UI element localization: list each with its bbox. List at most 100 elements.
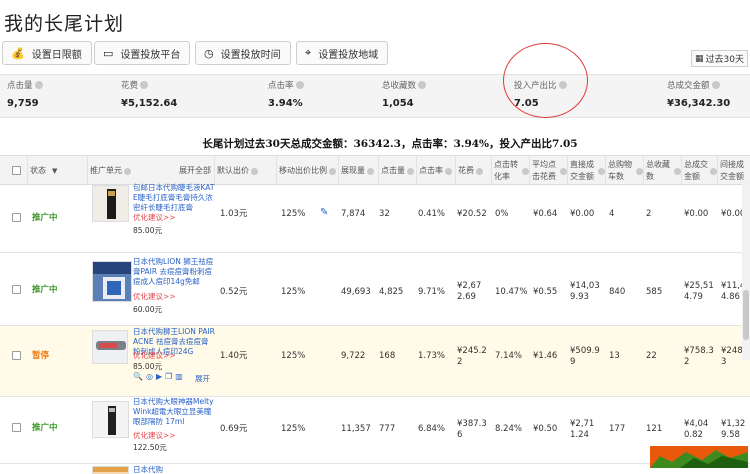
chart-icon[interactable]: ▥ [175,372,186,381]
help-icon[interactable] [560,167,567,175]
decorative-banner [650,446,748,468]
header-status[interactable]: 状态 ▼ [27,156,87,186]
product-link[interactable]: 包邮日本代购睫毛液KAT E睫毛打底膏毛膏持久浓密纤长睫毛打底膏 [133,183,215,213]
help-icon[interactable] [445,167,452,175]
expand-all-link[interactable]: 展开全部 [179,165,214,177]
help-icon[interactable] [34,81,43,89]
status-label[interactable]: 推广中 [32,423,58,434]
header-clicks[interactable]: 点击量 [378,156,416,186]
header-status-label: 状态 [30,166,46,175]
product-thumbnail[interactable] [92,185,129,222]
help-icon[interactable] [124,167,131,175]
impressions: 11,357 [341,424,371,434]
header-cost[interactable]: 花费 [455,156,491,186]
set-daily-limit-button[interactable]: 💰 设置日限额 [2,41,92,65]
help-icon[interactable] [522,167,529,175]
table-row[interactable]: 推广中 日本代购大眼神器Melty Wink超電大眼立显美瞳眼部隔防 17ml … [0,397,750,464]
table-row[interactable]: 推广中 日本代购LION 狮王祛痘膏PAIR 去痘痘膏粉刺痘痘成人痘印14g免邮… [0,253,750,326]
default-bid[interactable]: 0.69元 [220,424,247,435]
cart-count: 4 [609,209,615,219]
optimize-link[interactable]: 优化建议>> [133,212,176,223]
product-thumbnail[interactable] [92,401,129,438]
help-icon[interactable] [407,167,414,175]
set-time-button[interactable]: ◷ 设置投放时间 [195,41,291,65]
set-region-button[interactable]: ⌖ 设置投放地域 [296,41,389,65]
header-ctr[interactable]: 点击率 [416,156,455,186]
help-icon[interactable] [251,167,258,175]
cart-count: 177 [609,424,626,434]
product-link[interactable]: 日本代购LION 狮王祛痘膏PAIR 去痘痘膏粉刺痘痘成人痘印14g免邮 [133,257,215,287]
direct-gmv: ¥0.00 [570,209,595,219]
play-icon[interactable]: ▶ [156,372,165,381]
product-link[interactable]: 日本代购CANMAKEbaby [133,465,215,474]
help-icon[interactable] [295,81,304,89]
default-bid[interactable]: 1.40元 [220,351,247,362]
default-bid[interactable]: 1.03元 [220,209,247,220]
product-thumbnail[interactable] [92,466,129,474]
help-icon[interactable] [367,167,374,175]
stat-label: 点击量 [7,81,33,91]
help-icon[interactable] [476,167,483,175]
money-bag-icon: 💰 [11,46,25,60]
optimize-link[interactable]: 优化建议>> [133,350,176,361]
sort-down-icon[interactable]: ▼ [52,165,57,177]
impressions: 9,722 [341,351,366,361]
help-icon[interactable] [711,81,720,89]
table-row[interactable]: 日本代购CANMAKEbaby [0,464,750,474]
product-thumbnail[interactable] [92,330,128,364]
scrollbar[interactable] [742,180,750,360]
stat-label: 花费 [121,81,139,91]
header-total-gmv[interactable]: 总成交金额 [681,156,717,186]
copy-icon[interactable]: ❐ [165,372,175,381]
direct-gmv: ¥2,71 1.24 [570,419,595,440]
stat-cost: 花费 ¥5,152.64 [121,79,177,109]
help-icon[interactable] [140,81,149,89]
help-icon[interactable] [329,167,336,175]
total-gmv: ¥25,51 4.79 [684,281,714,302]
status-label[interactable]: 暂停 [32,351,49,362]
help-icon[interactable] [710,167,717,175]
header-direct-gmv[interactable]: 直接成交金额 [567,156,605,186]
row-checkbox[interactable] [12,213,21,222]
edit-pencil-icon[interactable]: ✎ [320,207,328,218]
stat-value: 1,054 [382,98,414,109]
period-selector[interactable]: ▦ 过去30天 [691,50,748,67]
header-mobile-ratio[interactable]: 移动出价比例 [276,156,338,186]
target-icon[interactable]: ◎ [146,372,156,381]
product-price: 85.00元 [133,226,162,235]
row-checkbox[interactable] [12,351,21,360]
ctr: 9.71% [418,287,446,297]
fav-count: 22 [646,351,657,361]
help-icon[interactable] [636,167,643,175]
cart-count: 840 [609,287,626,297]
product-thumbnail[interactable] [92,261,132,302]
optimize-link[interactable]: 优化建议>> [133,291,176,302]
row-checkbox[interactable] [12,285,21,294]
header-default-bid[interactable]: 默认出价 [214,156,276,186]
header-fav[interactable]: 总收藏数 [643,156,681,186]
header-unit: 推广单元 展开全部 [87,156,214,186]
mobile-ratio: 125% [281,287,306,297]
help-icon[interactable] [418,81,427,89]
header-cart[interactable]: 总购物车数 [605,156,643,186]
product-link[interactable]: 日本代购大眼神器Melty Wink超電大眼立显美瞳眼部隔防 17ml [133,397,215,427]
help-icon[interactable] [598,167,605,175]
expand-link[interactable]: 展开 [195,373,210,384]
cpc: ¥0.50 [533,424,558,434]
clicks: 168 [379,351,396,361]
set-platform-button[interactable]: ▭ 设置投放平台 [94,41,191,65]
table-row[interactable]: 暂停 日本代购狮王LION PAIR ACNE 祛痘膏去痘痘膏粉刺成人痘印24G… [0,326,750,397]
default-bid[interactable]: 0.52元 [220,287,247,298]
optimize-link[interactable]: 优化建议>> [133,430,176,441]
status-label[interactable]: 推广中 [32,213,58,224]
header-conv-rate[interactable]: 点击转化率 [491,156,529,186]
status-label[interactable]: 推广中 [32,285,58,296]
search-icon[interactable]: 🔍 [133,372,146,381]
help-icon[interactable] [674,167,681,175]
table-row[interactable]: 推广中 包邮日本代购睫毛液KAT E睫毛打底膏毛膏持久浓密纤长睫毛打底膏 优化建… [0,183,750,253]
header-cpc[interactable]: 平均点击花费 [529,156,567,186]
scroll-thumb[interactable] [743,290,749,340]
header-impressions[interactable]: 展现量 [338,156,378,186]
select-all-checkbox[interactable] [12,166,21,175]
row-checkbox[interactable] [12,423,21,432]
